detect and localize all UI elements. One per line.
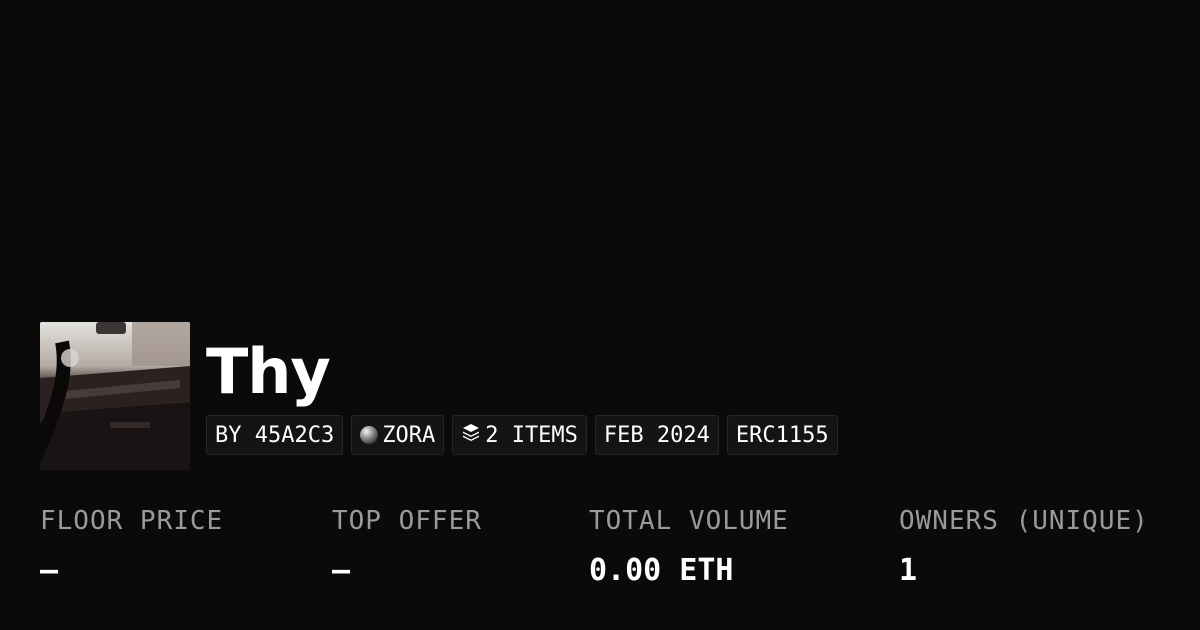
collection-thumbnail <box>40 322 190 470</box>
collection-tags: BY 45A2C3 ZORA 2 ITEMS FEB 2024 ERC1155 <box>206 415 838 455</box>
date-tag: FEB 2024 <box>594 415 719 455</box>
stat-label: TOTAL VOLUME <box>589 506 789 536</box>
stat-total-volume: TOTAL VOLUME 0.00 ETH <box>589 500 789 600</box>
chain-tag: ZORA <box>351 415 445 455</box>
stat-label: TOP OFFER <box>332 506 482 536</box>
chain-label: ZORA <box>382 422 436 448</box>
stat-label: FLOOR PRICE <box>40 506 224 536</box>
items-label: 2 ITEMS <box>485 422 578 448</box>
layers-icon <box>461 422 481 448</box>
stat-top-offer: TOP OFFER – <box>332 500 482 600</box>
collection-stats: FLOOR PRICE – TOP OFFER – TOTAL VOLUME 0… <box>0 500 1200 610</box>
stat-value: – <box>40 553 59 588</box>
creator-tag[interactable]: BY 45A2C3 <box>206 415 344 455</box>
items-tag: 2 ITEMS <box>452 415 587 455</box>
stat-value: – <box>332 553 351 588</box>
stat-value: 0.00 ETH <box>589 553 734 588</box>
stat-value: 1 <box>899 553 918 588</box>
creator-label: BY 45A2C3 <box>215 422 335 448</box>
zora-orb-icon <box>360 426 379 444</box>
stat-label: OWNERS (UNIQUE) <box>899 506 1149 536</box>
standard-label: ERC1155 <box>735 422 829 448</box>
stat-floor-price: FLOOR PRICE – <box>40 500 223 600</box>
stat-owners: OWNERS (UNIQUE) 1 <box>899 500 1149 600</box>
date-label: FEB 2024 <box>603 422 710 448</box>
standard-tag: ERC1155 <box>726 415 838 455</box>
collection-title: Thy <box>206 335 331 408</box>
